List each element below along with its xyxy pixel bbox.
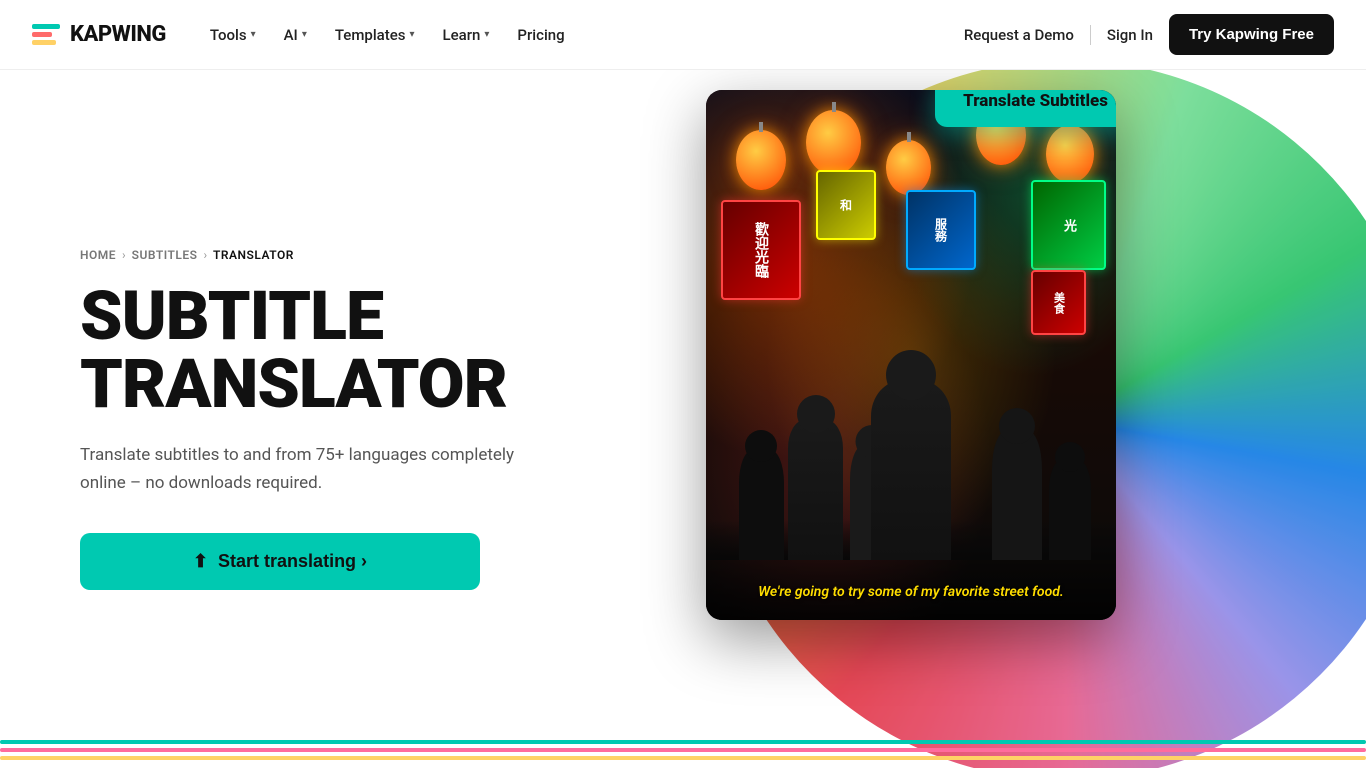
breadcrumb: HOME › SUBTITLES › TRANSLATOR bbox=[80, 248, 560, 262]
nav-item-ai[interactable]: AI ▾ bbox=[272, 18, 319, 52]
bottom-lines bbox=[0, 740, 1366, 768]
chevron-down-icon: ▾ bbox=[302, 29, 307, 40]
right-section: 歡迎光臨 光 和 服務 美食 bbox=[646, 70, 1366, 768]
translate-badge: Translate Subtitles bbox=[935, 90, 1116, 127]
image-bg: 歡迎光臨 光 和 服務 美食 bbox=[706, 90, 1116, 620]
color-line-pink bbox=[0, 748, 1366, 752]
start-translating-button[interactable]: ⬆ Start translating › bbox=[80, 533, 480, 590]
main-content: HOME › SUBTITLES › TRANSLATOR SUBTITLE T… bbox=[0, 70, 1366, 768]
color-line-teal bbox=[0, 740, 1366, 744]
nav-item-pricing[interactable]: Pricing bbox=[505, 18, 576, 52]
nav-item-learn[interactable]: Learn ▾ bbox=[431, 18, 502, 52]
image-card: 歡迎光臨 光 和 服務 美食 bbox=[706, 90, 1116, 620]
chevron-down-icon: ▾ bbox=[409, 29, 414, 40]
hero-description: Translate subtitles to and from 75+ lang… bbox=[80, 442, 520, 496]
logo[interactable]: KAPWING bbox=[32, 22, 166, 47]
request-demo-link[interactable]: Request a Demo bbox=[964, 26, 1074, 44]
street-scene: 歡迎光臨 光 和 服務 美食 bbox=[706, 90, 1116, 620]
color-line-yellow bbox=[0, 756, 1366, 760]
chevron-down-icon: ▾ bbox=[484, 29, 489, 40]
logo-icon bbox=[32, 24, 60, 45]
try-free-button[interactable]: Try Kapwing Free bbox=[1169, 14, 1334, 55]
breadcrumb-subtitles[interactable]: SUBTITLES bbox=[132, 248, 198, 262]
sign-in-link[interactable]: Sign In bbox=[1107, 26, 1153, 44]
hero-title: SUBTITLE TRANSLATOR bbox=[80, 282, 560, 418]
breadcrumb-sep-2: › bbox=[203, 248, 207, 262]
nav-item-tools[interactable]: Tools ▾ bbox=[198, 18, 268, 52]
breadcrumb-home[interactable]: HOME bbox=[80, 248, 116, 262]
main-nav: Tools ▾ AI ▾ Templates ▾ Learn ▾ Pricing bbox=[198, 18, 577, 52]
logo-text: KAPWING bbox=[70, 22, 166, 47]
header-left: KAPWING Tools ▾ AI ▾ Templates ▾ Learn ▾… bbox=[32, 18, 577, 52]
header-divider bbox=[1090, 25, 1091, 45]
breadcrumb-current: TRANSLATOR bbox=[213, 248, 294, 262]
subtitle-overlay-text: We're going to try some of my favorite s… bbox=[706, 584, 1116, 600]
header-right: Request a Demo Sign In Try Kapwing Free bbox=[964, 14, 1334, 55]
crowd bbox=[706, 360, 1116, 560]
left-section: HOME › SUBTITLES › TRANSLATOR SUBTITLE T… bbox=[0, 248, 560, 589]
chevron-down-icon: ▾ bbox=[251, 29, 256, 40]
header: KAPWING Tools ▾ AI ▾ Templates ▾ Learn ▾… bbox=[0, 0, 1366, 70]
nav-item-templates[interactable]: Templates ▾ bbox=[323, 18, 427, 52]
upload-icon: ⬆ bbox=[193, 551, 208, 572]
breadcrumb-sep-1: › bbox=[122, 248, 126, 262]
